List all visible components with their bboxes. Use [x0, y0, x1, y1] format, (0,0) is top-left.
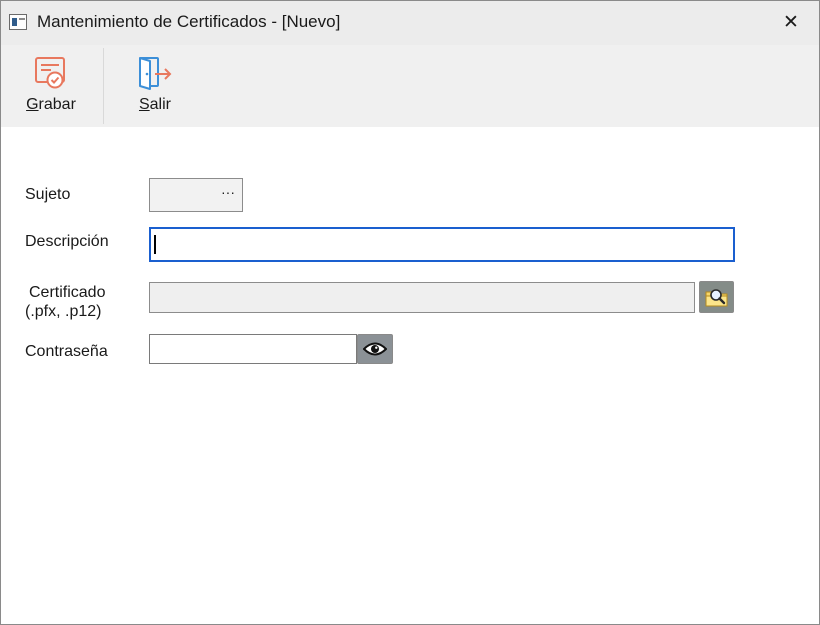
- certificado-label: Certificado: [29, 284, 106, 301]
- title-bar: Mantenimiento de Certificados - [Nuevo] …: [1, 1, 819, 45]
- exit-door-icon: [137, 55, 175, 98]
- exit-button[interactable]: Salir: [125, 45, 185, 127]
- close-button[interactable]: ✕: [771, 8, 811, 38]
- exit-button-label: Salir: [138, 96, 171, 113]
- window: Mantenimiento de Certificados - [Nuevo] …: [0, 0, 820, 625]
- contrasena-input[interactable]: [150, 335, 356, 363]
- browse-certificate-button[interactable]: [699, 281, 734, 313]
- descripcion-label: Descripción: [25, 233, 109, 250]
- sujeto-selector[interactable]: ···: [149, 178, 243, 212]
- show-password-button[interactable]: [357, 334, 393, 364]
- contrasena-field[interactable]: [149, 334, 357, 364]
- app-window-icon: [9, 14, 27, 30]
- toolbar: Grabar Salir: [1, 45, 819, 127]
- close-icon: ✕: [783, 12, 799, 33]
- contrasena-label: Contraseña: [25, 343, 108, 360]
- save-button-label: Grabar: [26, 96, 76, 113]
- save-button[interactable]: Grabar: [15, 45, 87, 127]
- text-caret: [154, 235, 156, 254]
- eye-icon: [362, 341, 388, 362]
- sujeto-label: Sujeto: [25, 186, 71, 203]
- descripcion-input[interactable]: [151, 229, 733, 260]
- certificado-path-field[interactable]: [149, 282, 695, 313]
- window-title: Mantenimiento de Certificados - [Nuevo]: [37, 12, 341, 31]
- certificado-extensions-label: (.pfx, .p12): [25, 303, 102, 320]
- descripcion-field[interactable]: [149, 227, 735, 262]
- save-certificate-icon: [33, 55, 69, 98]
- ellipsis-icon: ···: [221, 184, 235, 200]
- toolbar-separator: [103, 48, 104, 124]
- folder-search-icon: [704, 285, 730, 314]
